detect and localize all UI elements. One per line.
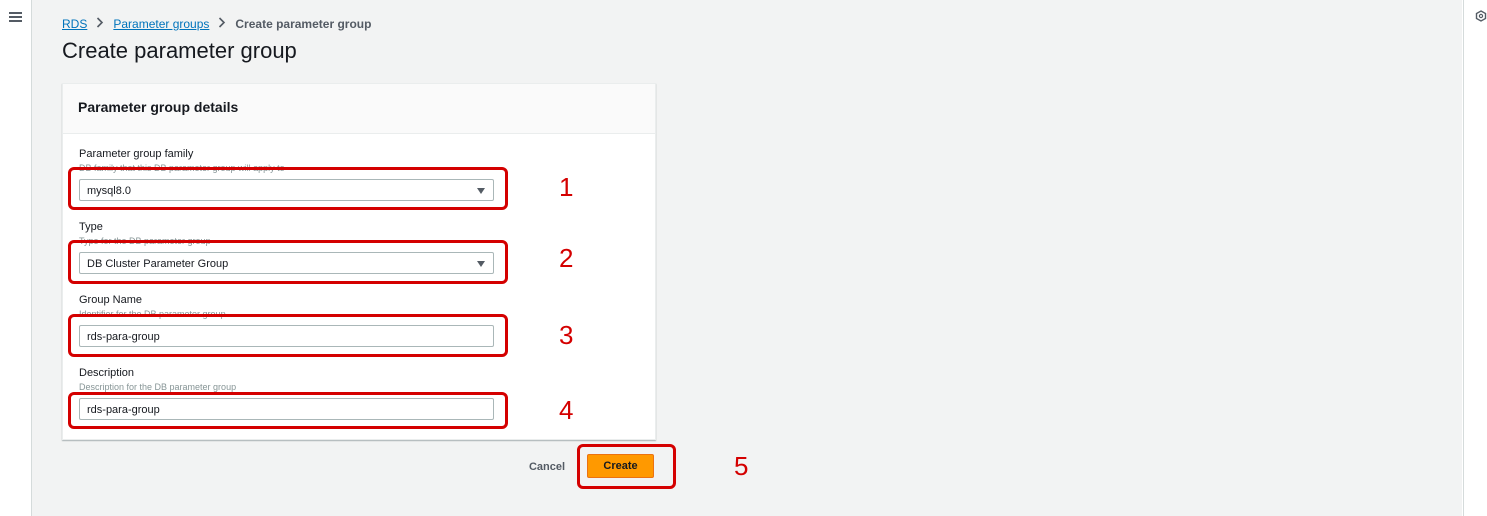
description-input[interactable]: rds-para-group bbox=[79, 398, 494, 420]
caret-down-icon bbox=[477, 261, 485, 267]
annotation-number-5: 5 bbox=[734, 451, 749, 481]
parameter-group-family-label: Parameter group family bbox=[79, 148, 194, 160]
caret-down-icon bbox=[477, 188, 485, 194]
type-select[interactable]: DB Cluster Parameter Group bbox=[79, 252, 494, 274]
left-navigation-rail bbox=[0, 0, 32, 516]
group-name-description: Identifier for the DB parameter group bbox=[79, 309, 226, 319]
group-name-input[interactable]: rds-para-group bbox=[79, 325, 494, 347]
cancel-button[interactable]: Cancel bbox=[522, 455, 572, 479]
breadcrumb-current: Create parameter group bbox=[235, 17, 372, 31]
group-name-value: rds-para-group bbox=[87, 331, 160, 343]
description-field-description: Description for the DB parameter group bbox=[79, 382, 237, 392]
settings-icon[interactable] bbox=[1475, 10, 1487, 22]
parameter-group-family-select[interactable]: mysql8.0 bbox=[79, 179, 494, 201]
annotation-number-1: 1 bbox=[559, 172, 574, 202]
breadcrumb-link-rds[interactable]: RDS bbox=[62, 17, 87, 31]
parameter-group-family-value: mysql8.0 bbox=[87, 185, 132, 197]
description-label: Description bbox=[79, 367, 135, 379]
type-label: Type bbox=[79, 221, 103, 233]
parameter-group-family-description: DB family that this DB parameter group w… bbox=[79, 163, 285, 173]
page-title: Create parameter group bbox=[62, 38, 297, 63]
type-value: DB Cluster Parameter Group bbox=[87, 258, 229, 270]
panel-header: Parameter group details bbox=[63, 84, 655, 134]
chevron-right-icon bbox=[93, 17, 107, 31]
annotation-number-4: 4 bbox=[559, 395, 574, 425]
hamburger-menu-icon[interactable] bbox=[9, 12, 22, 22]
right-tools-rail bbox=[1463, 0, 1487, 516]
create-button[interactable]: Create bbox=[587, 454, 654, 478]
type-description: Type for the DB parameter group bbox=[79, 236, 211, 246]
breadcrumb-link-parameter-groups[interactable]: Parameter groups bbox=[113, 17, 209, 31]
description-value: rds-para-group bbox=[87, 404, 160, 416]
chevron-right-icon bbox=[215, 17, 229, 31]
annotation-number-3: 3 bbox=[559, 320, 574, 350]
group-name-label: Group Name bbox=[79, 294, 142, 306]
annotation-number-2: 2 bbox=[559, 243, 574, 273]
panel-title: Parameter group details bbox=[78, 99, 239, 115]
breadcrumb: RDS Parameter groups Create parameter gr… bbox=[62, 17, 371, 31]
